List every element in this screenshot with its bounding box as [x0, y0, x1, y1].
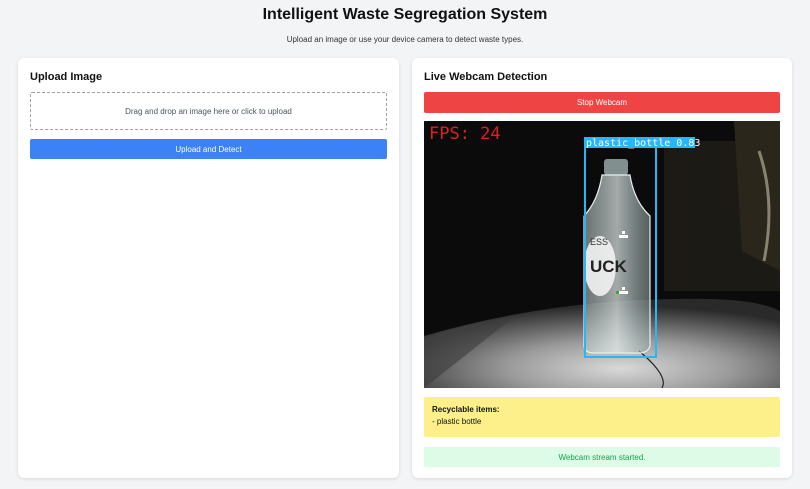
- image-dropzone[interactable]: Drag and drop an image here or click to …: [30, 92, 387, 130]
- stop-webcam-button[interactable]: Stop Webcam: [424, 92, 780, 113]
- status-message: Webcam stream started.: [424, 447, 780, 467]
- bottle-label-text: UCK: [590, 257, 628, 276]
- recyclable-items-title: Recyclable items:: [432, 405, 500, 414]
- dropzone-text: Drag and drop an image here or click to …: [125, 106, 292, 116]
- upload-panel: Upload Image Drag and drop an image here…: [18, 58, 399, 478]
- recyclable-item: - plastic bottle: [432, 417, 482, 426]
- webcam-video-feed: ESS UCK plastic_bottle 0.83 FPS: 24: [424, 121, 780, 388]
- page-subtitle: Upload an image or use your device camer…: [286, 35, 524, 44]
- webcam-frame: ESS UCK plastic_bottle 0.83 FPS: 24: [424, 121, 780, 388]
- upload-and-detect-button[interactable]: Upload and Detect: [30, 139, 387, 159]
- upload-panel-title: Upload Image: [30, 71, 103, 83]
- recyclable-items-box: Recyclable items: - plastic bottle: [424, 397, 780, 437]
- detection-label: plastic_bottle 0.83: [586, 138, 700, 149]
- fps-counter: FPS: 24: [429, 124, 501, 144]
- bottle-label-small: ESS: [590, 237, 608, 247]
- page-title: Intelligent Waste Segregation System: [262, 6, 548, 23]
- status-message-text: Webcam stream started.: [558, 452, 646, 462]
- webcam-panel-title: Live Webcam Detection: [424, 71, 548, 83]
- webcam-panel: Live Webcam Detection Stop Webcam ESS UC…: [412, 58, 792, 478]
